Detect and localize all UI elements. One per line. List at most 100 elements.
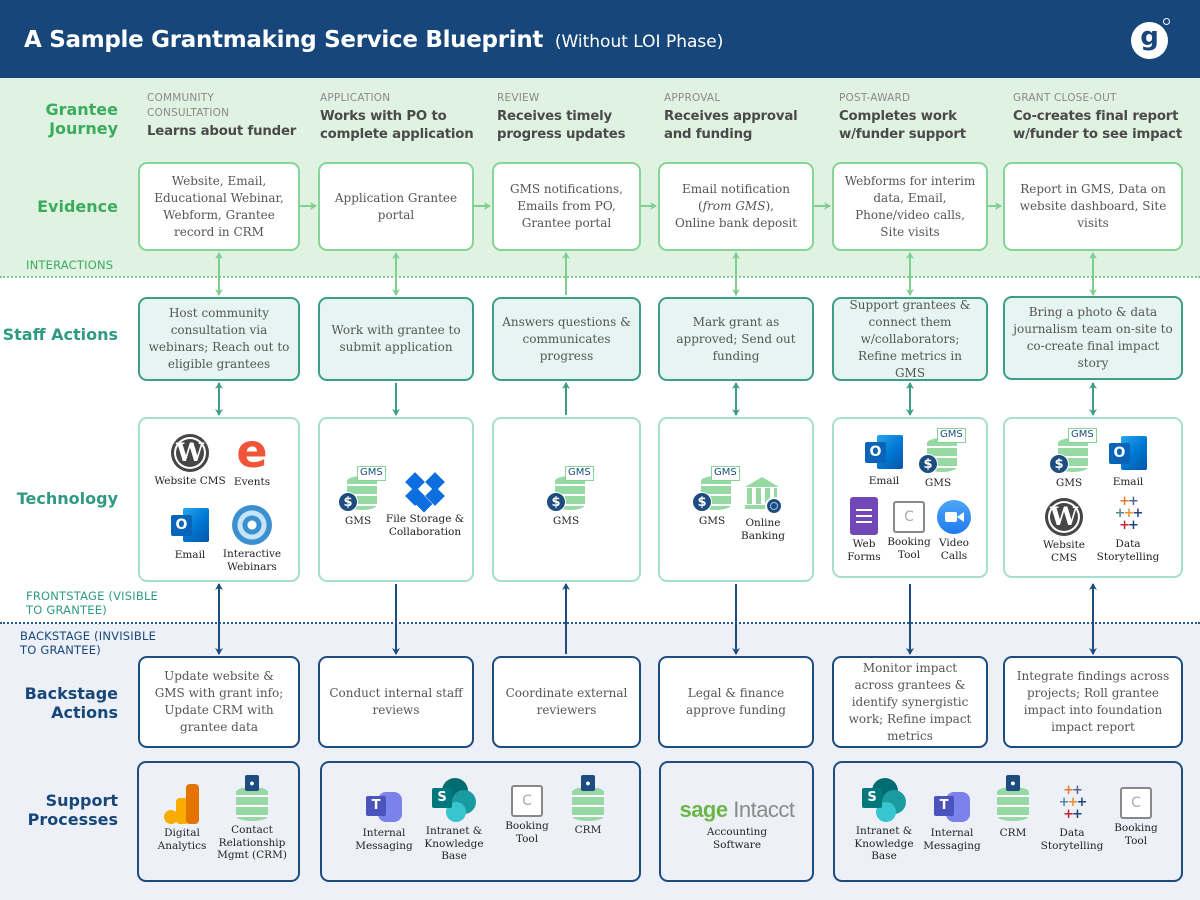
- row-label-staff-actions: Staff Actions: [2, 325, 118, 344]
- eventbrite-icon: e: [236, 424, 268, 478]
- phase-application: Application Works with PO to complete ap…: [320, 91, 490, 144]
- evidence-box: Report in GMS, Data on website dashboard…: [1003, 162, 1183, 251]
- subtitle-text: (Without LOI Phase): [554, 32, 724, 52]
- crm-database-icon: ●: [572, 775, 604, 821]
- tool-label: Online Banking: [741, 517, 785, 542]
- tool-online-banking: Online Banking: [724, 475, 802, 542]
- tool-label: Interactive Webinars: [222, 548, 282, 573]
- sharepoint-icon: S: [432, 778, 476, 822]
- tool-label: Events: [233, 476, 271, 488]
- phase-journey-step: Receives approval and funding: [664, 109, 798, 142]
- tool-video-calls: Video Calls: [915, 497, 993, 562]
- staff-action-box: Answers questions & communicates progres…: [492, 297, 641, 381]
- phase-kicker: Approval: [664, 92, 721, 104]
- row-label-support-processes: Support Processes: [27, 791, 118, 829]
- tool-internal-messaging: T Internal Messaging: [345, 786, 423, 852]
- backstage-action-box: Update website & GMS with grant info; Up…: [138, 656, 300, 748]
- brand-logo-icon: g: [1131, 22, 1168, 59]
- phase-kicker: Community Consultation: [147, 92, 230, 119]
- tool-label: Email: [1112, 476, 1144, 488]
- tool-label: Website CMS: [1042, 539, 1086, 564]
- tool-intranet: S Intranet & Knowledge Base: [845, 778, 923, 863]
- row-label-evidence: Evidence: [37, 197, 118, 216]
- phase-kicker: Grant Close-Out: [1013, 92, 1117, 104]
- title-text: A Sample Grantmaking Service Blueprint: [24, 27, 544, 53]
- online-bank-icon: [743, 475, 783, 515]
- tool-label: GMS: [924, 477, 952, 489]
- tool-interactive-webinars: Interactive Webinars: [213, 505, 291, 573]
- tool-email: O Email: [1089, 436, 1167, 489]
- sage-intacct-logo: sage Intacct: [679, 797, 795, 822]
- tool-events: e Events: [213, 424, 291, 489]
- gms-database-icon: $ GMS: [541, 466, 594, 512]
- tool-label: GMS: [698, 515, 726, 527]
- tool-label: CRM: [999, 827, 1027, 839]
- evidence-box: Application Grantee portal: [318, 162, 474, 251]
- tableau-icon: ++ +++ ++: [1058, 783, 1088, 822]
- phase-journey-step: Co-creates final report w/funder to see …: [1013, 109, 1183, 142]
- outlook-icon: O: [1109, 436, 1147, 472]
- gms-database-icon: $ GMS: [1044, 428, 1097, 474]
- google-analytics-icon: [162, 784, 202, 824]
- teams-icon: T: [364, 786, 404, 824]
- staff-action-box: Mark grant as approved; Send out funding: [658, 297, 814, 381]
- tool-label: File Storage & Collaboration: [385, 513, 465, 538]
- line-of-visibility: [0, 622, 1200, 624]
- tool-label: CRM: [574, 824, 602, 836]
- tool-accounting-software: sage Intacct Accounting Software: [668, 797, 806, 851]
- tool-booking: C Booking Tool: [1097, 787, 1175, 847]
- zoom-video-icon: [937, 500, 971, 534]
- staff-action-box: Host community consultation via webinars…: [138, 297, 300, 381]
- backstage-action-box: Integrate findings across projects; Roll…: [1003, 656, 1183, 748]
- phase-community-consultation: Community Consultation Learns about fund…: [147, 91, 317, 141]
- phase-kicker: Application: [320, 92, 391, 104]
- phase-review: Review Receives timely progress updates: [497, 91, 637, 144]
- outlook-icon: O: [171, 508, 209, 544]
- evidence-box: GMS notifications, Emails from PO, Grant…: [492, 162, 641, 251]
- evidence-box: Webforms for interim data, Email, Phone/…: [832, 162, 988, 251]
- frontstage-line-label: FRONTSTAGE (VISIBLE TO GRANTEE): [26, 589, 159, 617]
- page-title: A Sample Grantmaking Service Blueprint (…: [24, 27, 723, 53]
- staff-action-box: Work with grantee to submit application: [318, 297, 474, 381]
- tool-label: GMS: [344, 515, 372, 527]
- tool-label: Booking Tool: [505, 820, 549, 845]
- tool-intranet: S Intranet & Knowledge Base: [415, 778, 493, 863]
- row-label-grantee-journey: Grantee Journey: [45, 100, 118, 138]
- evidence-box: Website, Email, Educational Webinar, Web…: [138, 162, 300, 251]
- tool-label: Accounting Software: [706, 826, 768, 851]
- tool-label: Intranet & Knowledge Base: [854, 825, 914, 862]
- row-label-backstage-actions: Backstage Actions: [24, 684, 118, 722]
- tool-file-storage: File Storage & Collaboration: [385, 472, 465, 538]
- teams-icon: T: [932, 786, 972, 824]
- staff-action-box: Support grantees & connect them w/collab…: [832, 297, 988, 381]
- phase-journey-step: Works with PO to complete application: [320, 109, 474, 142]
- logo-dot-icon: [1163, 18, 1170, 25]
- tool-crm: ● CRM: [549, 775, 627, 837]
- tool-label: Email: [868, 475, 900, 487]
- phase-journey-step: Completes work w/funder support: [839, 109, 966, 142]
- backstage-action-box: Conduct internal staff reviews: [318, 656, 474, 748]
- webinar-icon: [232, 505, 272, 545]
- evidence-box: Email notification (from GMS), Online bank…: [658, 162, 814, 251]
- evidence-text: Email notification (from GMS), Online bank…: [674, 182, 798, 230]
- tool-data-storytelling: ++ +++ ++ Data Storytelling: [1089, 494, 1167, 563]
- tool-label: GMS: [1055, 477, 1083, 489]
- phase-journey-step: Receives timely progress updates: [497, 109, 626, 142]
- phase-journey-step: Learns about funder: [147, 124, 297, 139]
- interactions-line-label: INTERACTIONS: [26, 258, 114, 272]
- tableau-icon: ++ +++ ++: [1114, 494, 1144, 533]
- sharepoint-icon: S: [862, 778, 906, 822]
- header-bar: A Sample Grantmaking Service Blueprint (…: [0, 0, 1200, 78]
- staff-action-box: Bring a photo & data journalism team on-…: [1003, 296, 1183, 380]
- dropbox-icon: [404, 472, 446, 513]
- backstage-action-box: Legal & finance approve funding: [658, 656, 814, 748]
- tool-label: Intranet & Knowledge Base: [424, 825, 484, 862]
- row-label-technology: Technology: [16, 489, 118, 508]
- tool-crm: ● Contact Relationship Mgmt (CRM): [213, 775, 291, 862]
- phase-kicker: Review: [497, 92, 540, 104]
- tool-label: Digital Analytics: [157, 827, 207, 852]
- booking-calendar-icon: C: [511, 785, 543, 817]
- tool-digital-analytics: Digital Analytics: [143, 784, 221, 852]
- tool-gms: $ GMS GMS: [899, 428, 977, 490]
- tool-gms: $ GMS GMS: [527, 466, 605, 528]
